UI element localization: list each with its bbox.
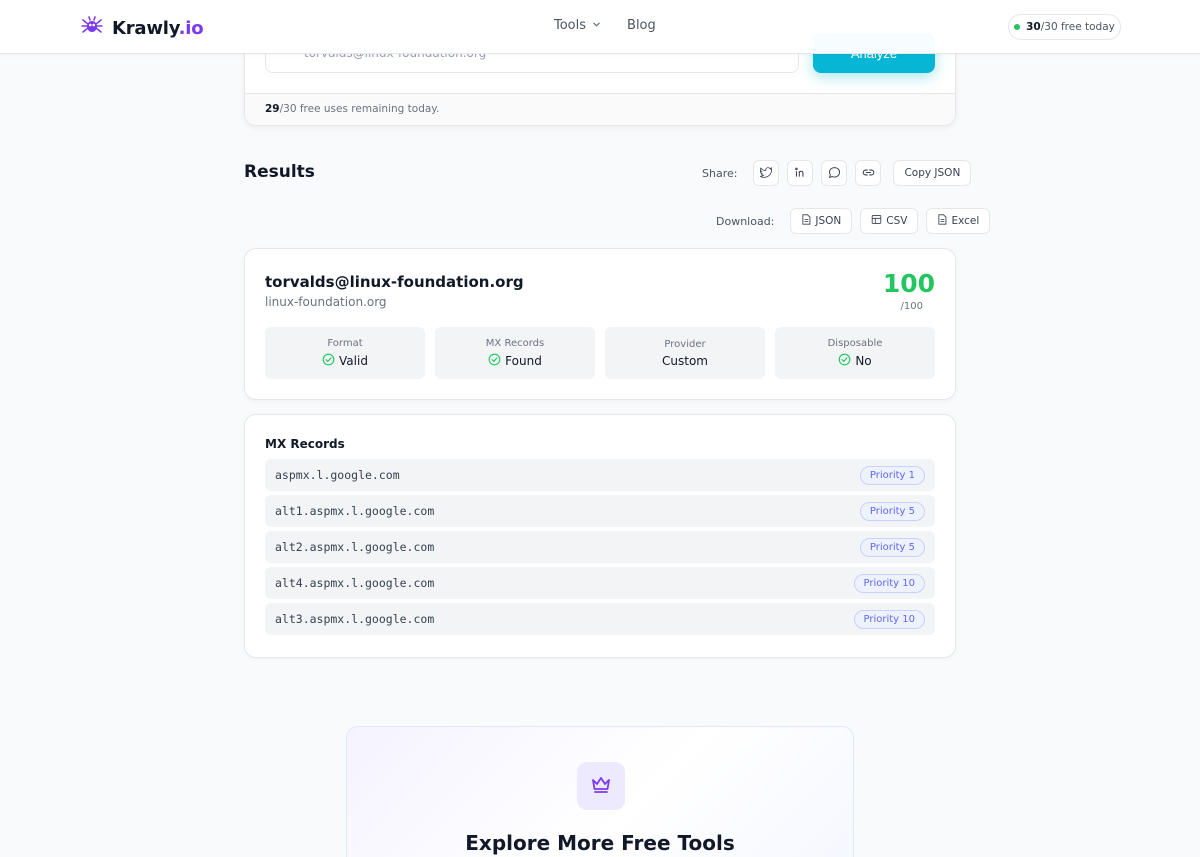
mx-host: alt3.aspmx.l.google.com xyxy=(275,612,435,626)
mx-host: aspmx.l.google.com xyxy=(275,468,400,482)
email-address: torvalds@linux-foundation.org xyxy=(265,273,524,291)
share-twitter-button[interactable] xyxy=(753,160,780,186)
spider-logo-icon xyxy=(80,14,104,42)
mx-record-row: alt2.aspmx.l.google.com Priority 5 xyxy=(265,531,935,563)
stat-mx-records: MX Records Found xyxy=(435,327,595,379)
mx-host: alt1.aspmx.l.google.com xyxy=(275,504,435,518)
credits-suffix: /30 free today xyxy=(1040,21,1115,33)
share-linkedin-button[interactable] xyxy=(787,160,814,186)
credits-badge: 30/30 free today xyxy=(1008,14,1121,40)
stat-value: No xyxy=(855,353,872,368)
priority-badge: Priority 5 xyxy=(859,537,925,557)
stat-label: Disposable xyxy=(827,337,883,349)
download-csv-label: CSV xyxy=(886,215,908,227)
download-toolbar: Download: JSON CSV Excel xyxy=(716,208,991,234)
stat-label: Format xyxy=(327,337,363,349)
explore-tools-card: Explore More Free Tools xyxy=(346,726,854,857)
linkedin-icon xyxy=(794,164,807,183)
stat-value: Valid xyxy=(339,353,368,368)
usage-remaining-text: 29/30 free uses remaining today. xyxy=(245,93,955,125)
file-icon xyxy=(937,214,947,228)
check-circle-icon xyxy=(488,353,501,369)
mx-records-title: MX Records xyxy=(265,437,345,451)
status-dot xyxy=(1014,24,1021,30)
nav-tools-label: Tools xyxy=(554,18,587,33)
mx-record-row: alt1.aspmx.l.google.com Priority 5 xyxy=(265,495,935,527)
priority-badge: Priority 5 xyxy=(859,501,925,521)
chevron-down-icon xyxy=(592,18,601,33)
score-max: /100 xyxy=(900,301,923,312)
nav-blog-link[interactable]: Blog xyxy=(627,18,656,33)
download-excel-button[interactable]: Excel xyxy=(926,208,991,234)
remaining-suffix: /30 free uses remaining today. xyxy=(279,103,440,115)
copy-link-button[interactable] xyxy=(855,160,882,186)
copy-json-button[interactable]: Copy JSON xyxy=(893,160,972,186)
results-title: Results xyxy=(244,162,315,182)
remaining-count: 29 xyxy=(265,103,280,115)
download-excel-label: Excel xyxy=(951,215,980,227)
logo[interactable]: Krawly.io xyxy=(80,14,204,42)
download-csv-button[interactable]: CSV xyxy=(860,208,919,234)
top-nav-bar: Krawly.io Tools Blog 30/30 free today xyxy=(0,0,1200,54)
check-circle-icon xyxy=(322,353,335,369)
file-icon xyxy=(801,214,811,228)
download-json-label: JSON xyxy=(815,215,842,227)
crown-icon xyxy=(589,772,613,800)
score-value: 100 xyxy=(882,269,935,298)
stat-value: Found xyxy=(505,353,542,368)
download-json-button[interactable]: JSON xyxy=(790,208,853,234)
explore-tools-title: Explore More Free Tools xyxy=(465,831,735,855)
mx-records-list: aspmx.l.google.com Priority 1 alt1.aspmx… xyxy=(265,459,935,635)
share-label: Share: xyxy=(702,166,738,180)
stat-disposable: Disposable No xyxy=(775,327,935,379)
logo-text: Krawly.io xyxy=(112,17,204,39)
stat-provider: Provider Custom xyxy=(605,327,765,379)
twitter-icon xyxy=(758,164,773,183)
email-summary-card: torvalds@linux-foundation.org linux-foun… xyxy=(244,248,956,400)
stats-grid: Format Valid MX Records Found Provider C… xyxy=(265,327,935,379)
mx-host: alt2.aspmx.l.google.com xyxy=(275,540,435,554)
stat-value: Custom xyxy=(662,353,708,368)
mx-records-card: MX Records aspmx.l.google.com Priority 1… xyxy=(244,414,956,658)
email-domain: linux-foundation.org xyxy=(265,295,387,309)
stat-label: MX Records xyxy=(485,337,545,349)
link-icon xyxy=(862,164,875,183)
share-chat-button[interactable] xyxy=(821,160,848,186)
priority-badge: Priority 1 xyxy=(859,465,925,485)
crown-icon-container xyxy=(577,762,625,810)
stat-format: Format Valid xyxy=(265,327,425,379)
share-toolbar: Share: Copy JSON xyxy=(702,160,972,186)
chat-icon xyxy=(828,164,841,183)
nav-tools-dropdown[interactable]: Tools xyxy=(554,18,601,33)
table-icon xyxy=(871,214,882,228)
priority-badge: Priority 10 xyxy=(853,609,925,629)
main-nav: Tools Blog xyxy=(554,18,656,33)
mx-host: alt4.aspmx.l.google.com xyxy=(275,576,435,590)
check-circle-icon xyxy=(838,353,851,369)
credits-used: 30 xyxy=(1026,21,1041,33)
priority-badge: Priority 10 xyxy=(853,573,925,593)
nav-blog-label: Blog xyxy=(627,18,656,33)
stat-label: Provider xyxy=(664,338,706,350)
mx-record-row: aspmx.l.google.com Priority 1 xyxy=(265,459,935,491)
mx-record-row: alt3.aspmx.l.google.com Priority 10 xyxy=(265,603,935,635)
download-label: Download: xyxy=(716,214,775,228)
mx-record-row: alt4.aspmx.l.google.com Priority 10 xyxy=(265,567,935,599)
